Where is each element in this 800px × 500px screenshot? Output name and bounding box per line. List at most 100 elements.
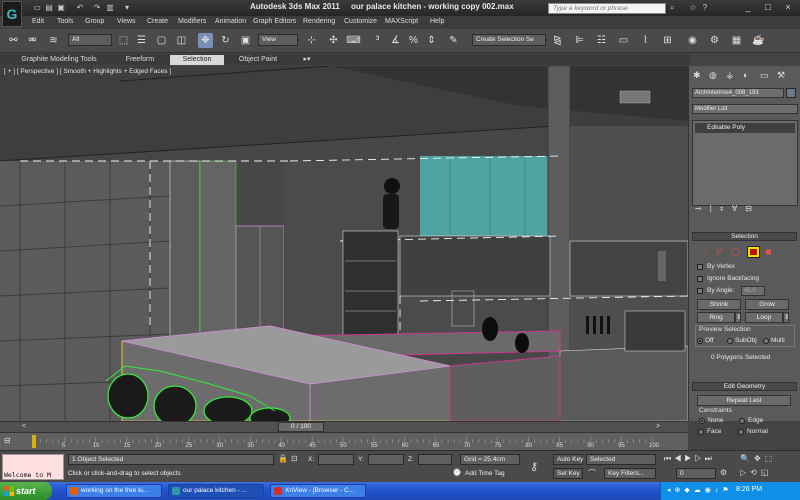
key-mode-dropdown[interactable]: Selected — [586, 454, 656, 465]
select-object-icon[interactable]: ⬚ — [116, 33, 131, 48]
menu-tools[interactable]: Tools — [57, 18, 73, 25]
modifier-stack[interactable]: Editable Poly — [692, 120, 798, 206]
minimize-button[interactable]: _ — [738, 1, 758, 14]
modifier-list-dropdown[interactable]: Modifier List — [692, 104, 798, 114]
schematic-view-icon[interactable]: ⊞ — [660, 33, 675, 48]
app-logo-icon[interactable]: G — [2, 1, 22, 27]
edit-named-selection-icon[interactable]: ✎ — [446, 33, 461, 48]
move-icon[interactable]: ✥ — [198, 33, 213, 48]
mirror-icon[interactable]: ⧎ — [550, 33, 565, 48]
render-setup-icon[interactable]: ⚙ — [707, 33, 722, 48]
angle-snap-icon[interactable]: ∡ — [388, 33, 403, 48]
menu-help[interactable]: Help — [430, 18, 444, 25]
constraint-face-radio[interactable] — [698, 429, 704, 435]
loop-button[interactable]: Loop — [745, 312, 783, 323]
x-coordinate-field[interactable] — [318, 454, 354, 465]
rendered-frame-icon[interactable]: ▦ — [729, 33, 744, 48]
hierarchy-tab-icon[interactable]: ⚶ — [726, 70, 734, 81]
add-time-tag-button[interactable]: Add Time Tag — [465, 470, 505, 477]
open-file-icon[interactable]: ▤ — [44, 3, 54, 13]
perspective-viewport[interactable]: [ + ] [ Perspective ] [ Smooth + Highlig… — [0, 66, 688, 421]
menu-edit[interactable]: Edit — [32, 18, 44, 25]
set-key-button[interactable]: Set Key — [553, 468, 583, 479]
motion-tab-icon[interactable]: ◐ — [743, 70, 748, 80]
polygon-level-icon[interactable] — [747, 246, 760, 258]
ring-button[interactable]: Ring — [697, 312, 735, 323]
save-file-icon[interactable]: ▣ — [56, 3, 66, 13]
modify-tab-icon[interactable]: ◍ — [709, 70, 717, 81]
track-bar[interactable]: ⊟ 5 10 15 20 25 30 35 40 45 50 55 60 65 70 75 80 85 90 95 1… — [0, 432, 688, 450]
tab-graphite-modeling-tools[interactable]: Graphite Modeling Tools — [12, 55, 106, 65]
maxscript-listener[interactable]: Welcome to M — [2, 454, 64, 480]
search-input[interactable]: Type a keyword or phrase — [548, 3, 666, 14]
default-tangent-icon[interactable]: ⌒ — [588, 468, 596, 479]
help-icon[interactable]: ? — [700, 3, 710, 13]
render-production-icon[interactable]: ☕ — [751, 33, 766, 48]
viewport-navigation-controls-2[interactable]: ▷⟲◱ — [740, 468, 772, 477]
menu-animation[interactable]: Animation — [215, 18, 246, 25]
y-coordinate-field[interactable] — [368, 454, 404, 465]
object-color-swatch[interactable] — [786, 88, 796, 98]
element-level-icon[interactable]: ◼ — [765, 247, 772, 256]
loop-spinner[interactable]: ⇕ — [783, 312, 789, 323]
menu-customize[interactable]: Customize — [344, 18, 377, 25]
task-firefox[interactable]: working on the free ki... — [66, 484, 162, 498]
window-crossing-icon[interactable]: ◫ — [174, 33, 189, 48]
ribbon-options-icon[interactable]: ▸▾ — [300, 55, 314, 65]
edge-level-icon[interactable]: ◸ — [717, 247, 723, 256]
bind-space-warp-icon[interactable]: ≋ — [46, 33, 61, 48]
keyboard-shortcut-icon[interactable]: ⌨ — [346, 33, 361, 48]
snaps-toggle-icon[interactable]: ³ — [370, 33, 385, 48]
current-frame-field[interactable]: 0 — [676, 468, 716, 479]
preview-multi-radio[interactable] — [763, 338, 769, 344]
graphite-toggle-icon[interactable]: ▭ — [616, 33, 631, 48]
close-button[interactable]: × — [778, 1, 798, 14]
menu-views[interactable]: Views — [117, 18, 136, 25]
edit-geometry-rollout[interactable]: Edit Geometry — [692, 382, 797, 391]
percent-snap-icon[interactable]: % — [406, 33, 421, 48]
menu-maxscript[interactable]: MAXScript — [385, 18, 418, 25]
tab-object-paint[interactable]: Object Paint — [230, 55, 286, 65]
material-editor-icon[interactable]: ◉ — [685, 33, 700, 48]
ignore-backfacing-checkbox[interactable] — [697, 276, 703, 282]
border-level-icon[interactable]: ◯ — [731, 247, 740, 256]
display-tab-icon[interactable]: ▭ — [760, 70, 769, 81]
stack-item[interactable]: Editable Poly — [695, 123, 795, 133]
menu-group[interactable]: Group — [85, 18, 104, 25]
playback-controls[interactable]: ⏮◀▶▷⏭ — [664, 454, 715, 464]
shrink-button[interactable]: Shrink — [697, 299, 741, 310]
transform-mode-icon[interactable]: ⊡ — [291, 454, 298, 463]
tab-freeform[interactable]: Freeform — [112, 55, 168, 65]
grow-button[interactable]: Grow — [745, 299, 789, 310]
key-icon[interactable]: ⚷ — [530, 460, 538, 473]
layer-manager-icon[interactable]: ☷ — [594, 33, 609, 48]
menu-create[interactable]: Create — [147, 18, 168, 25]
align-icon[interactable]: ⊫ — [572, 33, 587, 48]
by-angle-checkbox[interactable] — [697, 288, 703, 294]
spinner-snap-icon[interactable]: ⇕ — [424, 33, 439, 48]
next-frame-icon[interactable]: > — [656, 423, 670, 431]
tray-icons[interactable]: ◂⊕◆☁◉♪⚑ — [667, 486, 733, 494]
tab-selection[interactable]: Selection — [170, 55, 224, 65]
select-manipulate-icon[interactable]: ✣ — [326, 33, 341, 48]
stack-controls[interactable]: ⊸|⧧∀⊟ — [695, 204, 795, 216]
time-config-icon[interactable]: ⚙ — [720, 468, 727, 477]
select-link-icon[interactable]: ⚯ — [6, 33, 21, 48]
redo-icon[interactable]: ↷ — [92, 3, 102, 13]
viewport-label[interactable]: [ + ] [ Perspective ] [ Smooth + Highlig… — [4, 68, 171, 75]
auto-key-button[interactable]: Auto Key — [553, 454, 583, 465]
search-icon[interactable]: ⌕ — [670, 3, 680, 13]
preview-subobj-radio[interactable] — [727, 338, 733, 344]
pivot-center-icon[interactable]: ⊹ — [304, 33, 319, 48]
by-vertex-checkbox[interactable] — [697, 264, 703, 270]
create-tab-icon[interactable]: ✱ — [693, 70, 701, 81]
z-coordinate-field[interactable] — [418, 454, 452, 465]
quick-access-dropdown-icon[interactable]: ▾ — [122, 3, 132, 13]
selection-rollout[interactable]: Selection — [692, 232, 797, 241]
constraint-normal-radio[interactable] — [738, 429, 744, 435]
menu-graph-editors[interactable]: Graph Editors — [253, 18, 296, 25]
menu-rendering[interactable]: Rendering — [303, 18, 335, 25]
rect-selection-icon[interactable]: ▢ — [154, 33, 169, 48]
scale-icon[interactable]: ▣ — [238, 33, 253, 48]
task-xnview[interactable]: XnView - [Browser - C... — [270, 484, 366, 498]
